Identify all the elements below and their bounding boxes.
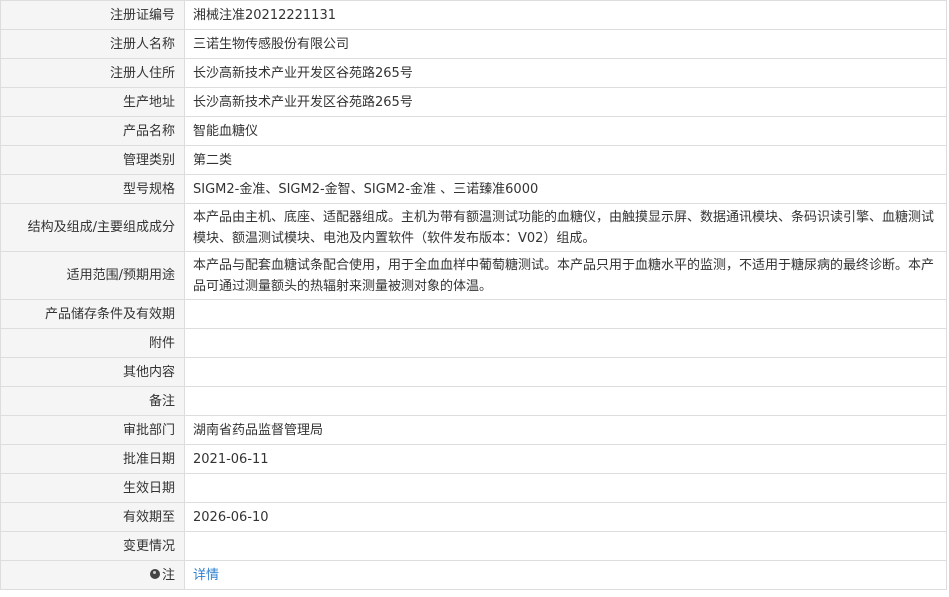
row-value xyxy=(184,473,947,503)
row-label: 结构及组成/主要组成成分 xyxy=(0,203,185,252)
row-label: 产品储存条件及有效期 xyxy=(0,299,185,329)
table-row-note: 注 详情 xyxy=(0,560,947,590)
row-value: 湘械注准20212221131 xyxy=(184,0,947,30)
table-row: 产品名称 智能血糖仪 xyxy=(0,116,947,146)
table-row: 变更情况 xyxy=(0,531,947,561)
registration-table: 注册证编号 湘械注准20212221131 注册人名称 三诺生物传感股份有限公司… xyxy=(0,0,947,590)
row-label: 注册证编号 xyxy=(0,0,185,30)
row-value xyxy=(184,328,947,358)
row-value xyxy=(184,531,947,561)
row-label: 变更情况 xyxy=(0,531,185,561)
row-label: 附件 xyxy=(0,328,185,358)
table-row: 生产地址 长沙高新技术产业开发区谷苑路265号 xyxy=(0,87,947,117)
row-value-text: 本产品与配套血糖试条配合使用，用于全血血样中葡萄糖测试。本产品只用于血糖水平的监… xyxy=(193,257,935,294)
row-label: 有效期至 xyxy=(0,502,185,532)
row-value: 第二类 xyxy=(184,145,947,175)
row-label: 其他内容 xyxy=(0,357,185,387)
details-link[interactable]: 详情 xyxy=(193,568,219,583)
row-label: 管理类别 xyxy=(0,145,185,175)
table-row: 适用范围/预期用途 本产品与配套血糖试条配合使用，用于全血血样中葡萄糖测试。本产… xyxy=(0,251,947,300)
row-value xyxy=(184,386,947,416)
table-row: 审批部门 湖南省药品监督管理局 xyxy=(0,415,947,445)
row-label: 审批部门 xyxy=(0,415,185,445)
table-row: 有效期至 2026-06-10 xyxy=(0,502,947,532)
table-row: 型号规格 SIGM2-金准、SIGM2-金智、SIGM2-金准 、三诺臻准600… xyxy=(0,174,947,204)
table-row: 注册证编号 湘械注准20212221131 xyxy=(0,0,947,30)
row-value: SIGM2-金准、SIGM2-金智、SIGM2-金准 、三诺臻准6000 xyxy=(184,174,947,204)
info-icon xyxy=(149,568,160,579)
table-row: 管理类别 第二类 xyxy=(0,145,947,175)
row-value: 三诺生物传感股份有限公司 xyxy=(184,29,947,59)
row-value: 长沙高新技术产业开发区谷苑路265号 xyxy=(184,87,947,117)
table-row: 其他内容 xyxy=(0,357,947,387)
row-label: 适用范围/预期用途 xyxy=(0,251,185,300)
table-row: 批准日期 2021-06-11 xyxy=(0,444,947,474)
row-label: 生效日期 xyxy=(0,473,185,503)
row-value xyxy=(184,357,947,387)
row-value: 2026-06-10 xyxy=(184,502,947,532)
note-value-cell: 详情 xyxy=(184,560,947,590)
row-label: 生产地址 xyxy=(0,87,185,117)
row-label: 注册人名称 xyxy=(0,29,185,59)
row-value: 智能血糖仪 xyxy=(184,116,947,146)
note-label: 注 xyxy=(161,567,175,583)
row-label: 备注 xyxy=(0,386,185,416)
table-row: 生效日期 xyxy=(0,473,947,503)
table-row: 注册人名称 三诺生物传感股份有限公司 xyxy=(0,29,947,59)
table-row: 结构及组成/主要组成成分 本产品由主机、底座、适配器组成。主机为带有额温测试功能… xyxy=(0,203,947,252)
row-value: 湖南省药品监督管理局 xyxy=(184,415,947,445)
row-value: 长沙高新技术产业开发区谷苑路265号 xyxy=(184,58,947,88)
row-label: 产品名称 xyxy=(0,116,185,146)
table-row: 注册人住所 长沙高新技术产业开发区谷苑路265号 xyxy=(0,58,947,88)
row-value: 2021-06-11 xyxy=(184,444,947,474)
row-label: 注册人住所 xyxy=(0,58,185,88)
row-value: 本产品由主机、底座、适配器组成。主机为带有额温测试功能的血糖仪，由触摸显示屏、数… xyxy=(184,203,947,252)
table-row: 附件 xyxy=(0,328,947,358)
row-value: 本产品与配套血糖试条配合使用，用于全血血样中葡萄糖测试。本产品只用于血糖水平的监… xyxy=(184,251,947,300)
row-value xyxy=(184,299,947,329)
table-row: 备注 xyxy=(0,386,947,416)
table-row: 产品储存条件及有效期 xyxy=(0,299,947,329)
row-value-text: 本产品由主机、底座、适配器组成。主机为带有额温测试功能的血糖仪，由触摸显示屏、数… xyxy=(193,209,935,246)
note-label-cell: 注 xyxy=(0,560,185,590)
row-label: 批准日期 xyxy=(0,444,185,474)
row-label: 型号规格 xyxy=(0,174,185,204)
